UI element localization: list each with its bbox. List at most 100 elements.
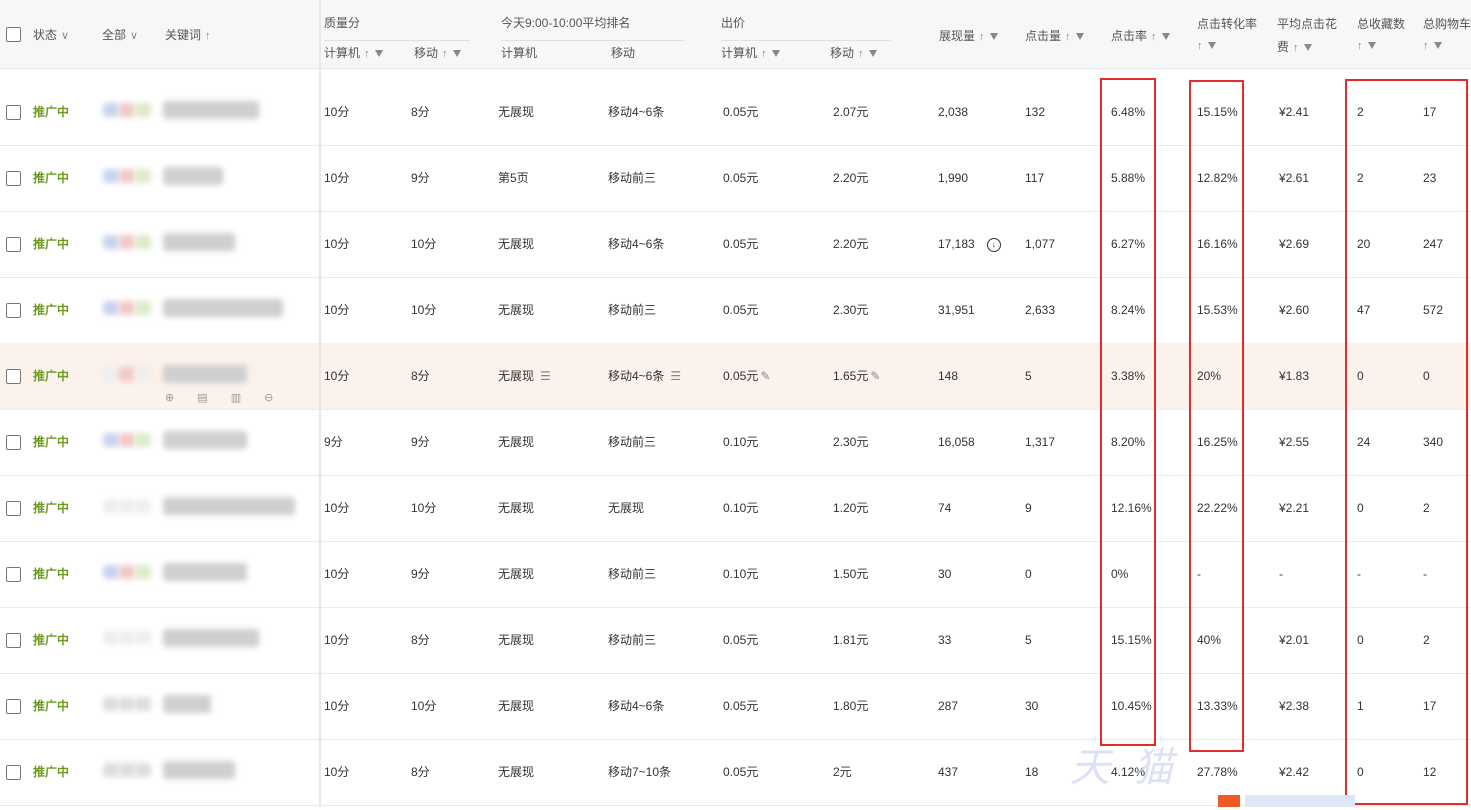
table-row[interactable]: 推广中 10分 10分 无展现 无展现 0.10元 1.20元 74 9 12.16% 22.22%… bbox=[0, 475, 1471, 542]
sort-icon[interactable]: ↑ bbox=[205, 30, 211, 42]
rank-mobile-cell-value: 移动4~6条 bbox=[608, 699, 665, 713]
avg-cpc-sort[interactable]: 费 ↑ bbox=[1277, 38, 1312, 55]
row-checkbox[interactable] bbox=[6, 105, 21, 120]
sort-icon[interactable]: ↑ bbox=[1423, 40, 1429, 52]
status-filter[interactable]: 状态 ∨ bbox=[33, 26, 69, 43]
cart-sort[interactable]: ↑ bbox=[1423, 38, 1442, 52]
impressions-cell: 148 bbox=[938, 343, 958, 409]
row-checkbox[interactable] bbox=[6, 435, 21, 450]
keyword-text[interactable] bbox=[163, 695, 211, 713]
table-row[interactable]: 推广中 10分 9分 无展现 移动前三 0.10元 1.50元 30 0 0% - - - - bbox=[0, 541, 1471, 608]
ctr-header[interactable]: 点击率 ↑ bbox=[1111, 27, 1170, 44]
rank-mobile-cell-value: 移动前三 bbox=[608, 303, 657, 317]
keyword-text[interactable] bbox=[163, 431, 247, 449]
filter-icon[interactable] bbox=[1303, 44, 1312, 52]
filter-icon[interactable] bbox=[1075, 33, 1084, 41]
detail-list-icon[interactable]: ☰ bbox=[540, 343, 551, 409]
cvr-cell-value: 27.78% bbox=[1197, 765, 1238, 779]
table-row[interactable]: 推广中 10分 8分 无展现 移动4~6条 0.05元 2.07元 2,038 132 6.48%… bbox=[0, 79, 1471, 146]
row-checkbox[interactable] bbox=[6, 765, 21, 780]
filter-icon[interactable] bbox=[1433, 42, 1442, 50]
select-all-checkbox[interactable] bbox=[6, 27, 21, 42]
table-row[interactable]: 推广中 9分 9分 无展现 移动前三 0.10元 2.30元 16,058 1,317 8.20%… bbox=[0, 409, 1471, 476]
row-checkbox[interactable] bbox=[6, 171, 21, 186]
clicks-cell-value: 117 bbox=[1025, 171, 1045, 185]
all-filter[interactable]: 全部 ∨ bbox=[102, 26, 138, 43]
filter-icon[interactable] bbox=[452, 50, 461, 58]
quality-pc-header[interactable]: 计算机 ↑ bbox=[324, 44, 383, 61]
keyword-text[interactable] bbox=[163, 629, 259, 647]
favorites-sort[interactable]: ↑ bbox=[1357, 38, 1376, 52]
filter-icon[interactable] bbox=[1207, 42, 1216, 50]
filter-icon[interactable] bbox=[771, 50, 780, 58]
detail-list-icon[interactable]: ☰ bbox=[670, 343, 681, 409]
edit-icon[interactable]: ✎ bbox=[870, 343, 880, 409]
clicks-cell: 1,317 bbox=[1025, 409, 1055, 475]
sort-icon[interactable]: ↑ bbox=[858, 48, 864, 60]
table-row[interactable]: 推广中 10分 8分 无展现 移动前三 0.05元 1.81元 33 5 15.15% 40% ¥2.… bbox=[0, 607, 1471, 674]
edit-icon[interactable]: ✎ bbox=[760, 343, 770, 409]
row-checkbox[interactable] bbox=[6, 567, 21, 582]
avg-cpc-cell: ¥2.69 bbox=[1279, 211, 1309, 277]
keyword-text[interactable] bbox=[163, 167, 223, 185]
sort-icon[interactable]: ↑ bbox=[979, 31, 985, 43]
status-header-label: 状态 bbox=[33, 28, 58, 42]
filter-icon[interactable] bbox=[374, 50, 383, 58]
ime-buttons[interactable] bbox=[1245, 795, 1356, 807]
cart-header: 总购物车 bbox=[1423, 17, 1471, 31]
bid-pc-cell-value: 0.05元 bbox=[723, 105, 759, 119]
favorites-cart-highlight-box bbox=[1345, 79, 1468, 805]
filter-icon[interactable] bbox=[868, 50, 877, 58]
bid-mobile-cell: 1.20元 bbox=[833, 475, 868, 541]
table-row[interactable]: 推广中 10分 10分 无展现 移动前三 0.05元 2.30元 31,951 2,633 8.2… bbox=[0, 277, 1471, 344]
keyword-text[interactable] bbox=[163, 299, 283, 317]
avg-cpc-header: 平均点击花 bbox=[1277, 17, 1338, 31]
keyword-text[interactable] bbox=[163, 563, 247, 581]
sort-icon[interactable]: ↑ bbox=[1197, 40, 1203, 52]
table-row[interactable]: 推广中 10分 10分 无展现 移动4~6条 0.05元 2.20元 17,183 ↓ 1,077… bbox=[0, 211, 1471, 278]
download-icon[interactable]: ↓ bbox=[986, 237, 1001, 252]
keyword-text[interactable] bbox=[163, 101, 259, 119]
creative-thumbnail bbox=[135, 235, 151, 249]
bid-pc-header[interactable]: 计算机 ↑ bbox=[721, 44, 780, 61]
bid-pc-cell: 0.05元 ✎ bbox=[723, 343, 770, 409]
table-row[interactable]: 推广中 10分 8分 无展现 ☰ 移动4~6条 ☰ 0.05元 ✎ 1.65元 ✎ 148 5 3.38%… bbox=[0, 343, 1471, 410]
rank-pc-cell: 无展现 bbox=[498, 475, 534, 541]
row-checkbox[interactable] bbox=[6, 237, 21, 252]
clicks-header[interactable]: 点击量 ↑ bbox=[1025, 27, 1084, 44]
filter-icon[interactable] bbox=[1161, 33, 1170, 41]
keyword-text[interactable] bbox=[163, 233, 235, 251]
quality-mobile-header[interactable]: 移动 ↑ bbox=[414, 44, 461, 61]
sort-icon[interactable]: ↑ bbox=[1293, 42, 1299, 54]
impressions-header[interactable]: 展现量 ↑ bbox=[939, 27, 998, 44]
keyword-text[interactable] bbox=[163, 761, 235, 779]
quality-pc-cell-value: 10分 bbox=[324, 237, 350, 251]
clicks-label: 点击量 bbox=[1025, 29, 1062, 43]
bid-mobile-header[interactable]: 移动 ↑ bbox=[830, 44, 877, 61]
avg-cpc-cell-value: ¥2.69 bbox=[1279, 237, 1310, 251]
cvr-sort[interactable]: ↑ bbox=[1197, 38, 1216, 52]
table-row[interactable]: 推广中 10分 9分 第5页 移动前三 0.05元 2.20元 1,990 117 5.88% 12… bbox=[0, 145, 1471, 212]
sort-icon[interactable]: ↑ bbox=[761, 48, 767, 60]
sort-icon[interactable]: ↑ bbox=[1151, 31, 1157, 43]
keyword-text[interactable] bbox=[163, 497, 295, 515]
row-checkbox[interactable] bbox=[6, 633, 21, 648]
keyword-header[interactable]: 关键词 ↑ bbox=[165, 26, 211, 43]
status-badge: 推广中 bbox=[33, 435, 70, 449]
row-checkbox[interactable] bbox=[6, 699, 21, 714]
sort-icon[interactable]: ↑ bbox=[364, 48, 370, 60]
filter-icon[interactable] bbox=[989, 33, 998, 41]
row-checkbox[interactable] bbox=[6, 369, 21, 384]
row-checkbox[interactable] bbox=[6, 501, 21, 516]
row-checkbox[interactable] bbox=[6, 303, 21, 318]
filter-icon[interactable] bbox=[1367, 42, 1376, 50]
row-action-icons[interactable]: ⊕ ▤ ▥ ⊖ bbox=[165, 391, 283, 404]
sort-icon[interactable]: ↑ bbox=[1357, 40, 1363, 52]
sort-icon[interactable]: ↑ bbox=[442, 48, 448, 60]
impressions-cell-value: 17,183 bbox=[938, 237, 975, 251]
quality-pc-cell: 10分 bbox=[324, 145, 349, 211]
sort-icon[interactable]: ↑ bbox=[1065, 31, 1071, 43]
clicks-cell: 0 bbox=[1025, 541, 1032, 607]
keyword-text[interactable] bbox=[163, 365, 247, 383]
table-row[interactable]: 推广中 10分 10分 无展现 移动4~6条 0.05元 1.80元 287 30 10.45% 1… bbox=[0, 673, 1471, 740]
